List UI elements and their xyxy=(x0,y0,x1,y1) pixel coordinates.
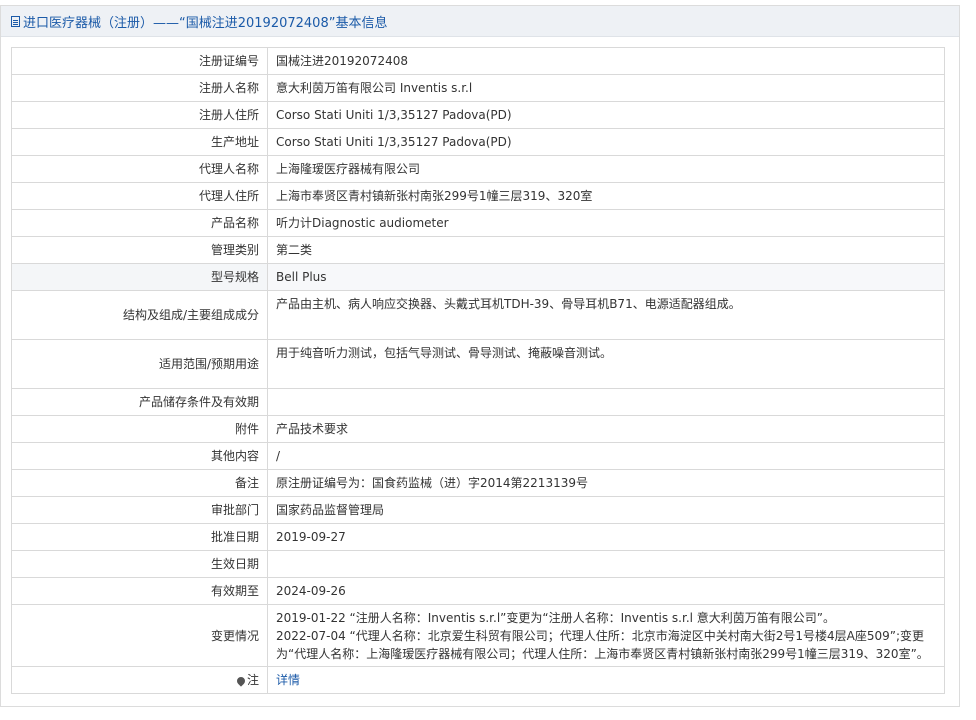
row-value: 详情 xyxy=(267,666,945,694)
row-label: 变更情况 xyxy=(11,604,268,667)
info-table: 注册证编号 国械注进20192072408 注册人名称 意大利茵万笛有限公司 I… xyxy=(11,47,945,694)
table-row: 注册人名称 意大利茵万笛有限公司 Inventis s.r.l xyxy=(11,74,945,102)
table-row: 备注 原注册证编号为：国食药监械（进）字2014第2213139号 xyxy=(11,469,945,497)
row-label: 注 xyxy=(11,666,268,694)
row-label: 代理人名称 xyxy=(11,155,268,183)
row-label: 产品名称 xyxy=(11,209,268,237)
row-label: 生效日期 xyxy=(11,550,268,578)
row-value xyxy=(267,388,945,416)
row-value: 用于纯音听力测试，包括气导测试、骨导测试、掩蔽噪音测试。 xyxy=(267,339,945,389)
table-row: 生效日期 xyxy=(11,550,945,578)
row-label: 型号规格 xyxy=(11,263,268,291)
row-label: 有效期至 xyxy=(11,577,268,605)
table-row: 有效期至 2024-09-26 xyxy=(11,577,945,605)
table-row: 批准日期 2019-09-27 xyxy=(11,523,945,551)
row-value: 国家药品监督管理局 xyxy=(267,496,945,524)
row-label: 备注 xyxy=(11,469,268,497)
row-label: 产品储存条件及有效期 xyxy=(11,388,268,416)
table-row: 产品名称 听力计Diagnostic audiometer xyxy=(11,209,945,237)
row-value: Corso Stati Uniti 1/3,35127 Padova(PD) xyxy=(267,128,945,156)
table-row: 管理类别 第二类 xyxy=(11,236,945,264)
panel-header: 进口医疗器械（注册）——“国械注进20192072408”基本信息 xyxy=(1,6,959,37)
row-value: 听力计Diagnostic audiometer xyxy=(267,209,945,237)
row-value xyxy=(267,550,945,578)
row-label: 附件 xyxy=(11,415,268,443)
row-label: 结构及组成/主要组成成分 xyxy=(11,290,268,340)
row-label: 管理类别 xyxy=(11,236,268,264)
row-label: 代理人住所 xyxy=(11,182,268,210)
table-row: 代理人住所 上海市奉贤区青村镇新张村南张299号1幢三层319、320室 xyxy=(11,182,945,210)
row-value: 原注册证编号为：国食药监械（进）字2014第2213139号 xyxy=(267,469,945,497)
row-label: 批准日期 xyxy=(11,523,268,551)
change-line: 2019-01-22 “注册人名称：Inventis s.r.l”变更为“注册人… xyxy=(276,610,836,625)
table-row: 生产地址 Corso Stati Uniti 1/3,35127 Padova(… xyxy=(11,128,945,156)
pin-icon xyxy=(235,674,247,687)
detail-panel: 进口医疗器械（注册）——“国械注进20192072408”基本信息 注册证编号 … xyxy=(0,5,960,707)
row-label: 审批部门 xyxy=(11,496,268,524)
row-label: 注册人住所 xyxy=(11,101,268,129)
document-icon xyxy=(11,15,20,27)
row-value: Corso Stati Uniti 1/3,35127 Padova(PD) xyxy=(267,101,945,129)
table-row: 适用范围/预期用途 用于纯音听力测试，包括气导测试、骨导测试、掩蔽噪音测试。 xyxy=(11,339,945,389)
row-value: 2019-09-27 xyxy=(267,523,945,551)
row-value: 上海市奉贤区青村镇新张村南张299号1幢三层319、320室 xyxy=(267,182,945,210)
table-row: 变更情况 2019-01-22 “注册人名称：Inventis s.r.l”变更… xyxy=(11,604,945,667)
table-row: 其他内容 / xyxy=(11,442,945,470)
row-value: 产品由主机、病人响应交换器、头戴式耳机TDH-39、骨导耳机B71、电源适配器组… xyxy=(267,290,945,340)
row-label: 适用范围/预期用途 xyxy=(11,339,268,389)
row-label: 注册证编号 xyxy=(11,47,268,75)
row-value: 2024-09-26 xyxy=(267,577,945,605)
table-row: 产品储存条件及有效期 xyxy=(11,388,945,416)
row-value: / xyxy=(267,442,945,470)
row-value: 国械注进20192072408 xyxy=(267,47,945,75)
row-value: Bell Plus xyxy=(267,263,945,291)
row-value: 第二类 xyxy=(267,236,945,264)
row-label: 其他内容 xyxy=(11,442,268,470)
row-value: 意大利茵万笛有限公司 Inventis s.r.l xyxy=(267,74,945,102)
row-value: 上海隆瑷医疗器械有限公司 xyxy=(267,155,945,183)
panel-title: 进口医疗器械（注册）——“国械注进20192072408”基本信息 xyxy=(23,15,388,31)
note-label: 注 xyxy=(246,673,259,687)
table-row: 审批部门 国家药品监督管理局 xyxy=(11,496,945,524)
table-row: 注 详情 xyxy=(11,666,945,694)
table-row: 注册证编号 国械注进20192072408 xyxy=(11,47,945,75)
row-label: 生产地址 xyxy=(11,128,268,156)
row-value: 产品技术要求 xyxy=(267,415,945,443)
table-row: 附件 产品技术要求 xyxy=(11,415,945,443)
row-value: 2019-01-22 “注册人名称：Inventis s.r.l”变更为“注册人… xyxy=(267,604,945,667)
table-row: 代理人名称 上海隆瑷医疗器械有限公司 xyxy=(11,155,945,183)
details-link[interactable]: 详情 xyxy=(276,673,300,687)
table-row: 型号规格 Bell Plus xyxy=(11,263,945,291)
table-row: 注册人住所 Corso Stati Uniti 1/3,35127 Padova… xyxy=(11,101,945,129)
change-line: 2022-07-04 “代理人名称：北京爱生科贸有限公司；代理人住所：北京市海淀… xyxy=(276,628,929,661)
table-row: 结构及组成/主要组成成分 产品由主机、病人响应交换器、头戴式耳机TDH-39、骨… xyxy=(11,290,945,340)
row-label: 注册人名称 xyxy=(11,74,268,102)
